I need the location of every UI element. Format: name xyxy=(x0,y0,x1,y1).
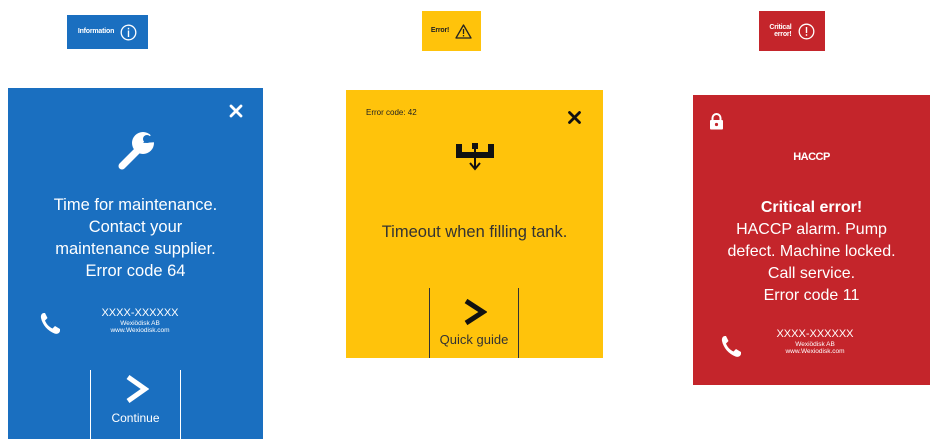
error-message: Timeout when filling tank. xyxy=(381,223,568,241)
critical-error-dialog: HACCP Critical error! HACCP alarm. Pump … xyxy=(693,95,930,385)
critical-error-badge-label: Critical error! xyxy=(769,23,792,38)
close-icon[interactable] xyxy=(566,109,583,126)
continue-button-label: Continue xyxy=(111,411,160,425)
contact-info: XXXX-XXXXXX Wexiödisk AB www.Wexiodisk.c… xyxy=(745,328,885,355)
contact-info: XXXX-XXXXXX Wexiödisk AB www.Wexiodisk.c… xyxy=(70,307,210,334)
tank-filling-icon xyxy=(454,140,496,172)
haccp-label: HACCP xyxy=(793,151,830,163)
chevron-right-icon xyxy=(123,374,149,404)
information-badge: Information xyxy=(67,15,148,49)
company-website: www.Wexiodisk.com xyxy=(785,348,845,355)
maintenance-info-dialog: Time for maintenance. Contact your maint… xyxy=(8,88,263,439)
warning-triangle-icon xyxy=(455,23,472,39)
critical-error-message: HACCP alarm. Pump defect. Machine locked… xyxy=(727,221,896,304)
wrench-icon xyxy=(114,128,158,172)
phone-icon[interactable] xyxy=(39,311,61,335)
phone-number: XXXX-XXXXXX xyxy=(776,328,854,340)
quick-guide-label: Quick guide xyxy=(439,332,509,347)
chevron-right-icon xyxy=(461,298,487,326)
company-name: Wexiödisk AB xyxy=(120,320,160,327)
divider-right xyxy=(518,288,519,358)
continue-button[interactable]: Continue xyxy=(91,374,180,436)
exclamation-circle-icon xyxy=(798,23,815,40)
error-code-label: Error code: 42 xyxy=(366,108,417,117)
company-website: www.Wexiodisk.com xyxy=(110,327,170,334)
maintenance-message: Time for maintenance. Contact your maint… xyxy=(53,196,218,280)
phone-icon[interactable] xyxy=(720,334,742,358)
divider-right xyxy=(180,370,181,439)
critical-error-badge: Critical error! xyxy=(759,11,825,51)
quick-guide-button[interactable]: Quick guide xyxy=(430,298,518,356)
company-name: Wexiödisk AB xyxy=(795,341,835,348)
error-badge-label: Error! xyxy=(430,27,450,35)
close-icon[interactable] xyxy=(227,102,245,120)
information-badge-label: Information xyxy=(77,28,115,36)
phone-number: XXXX-XXXXXX xyxy=(101,307,179,319)
lock-icon xyxy=(709,113,724,130)
error-badge: Error! xyxy=(422,11,481,51)
info-circle-icon xyxy=(120,24,137,41)
error-dialog: Error code: 42 Timeout when filling tank… xyxy=(346,90,603,358)
critical-error-title: Critical error! xyxy=(760,199,863,216)
